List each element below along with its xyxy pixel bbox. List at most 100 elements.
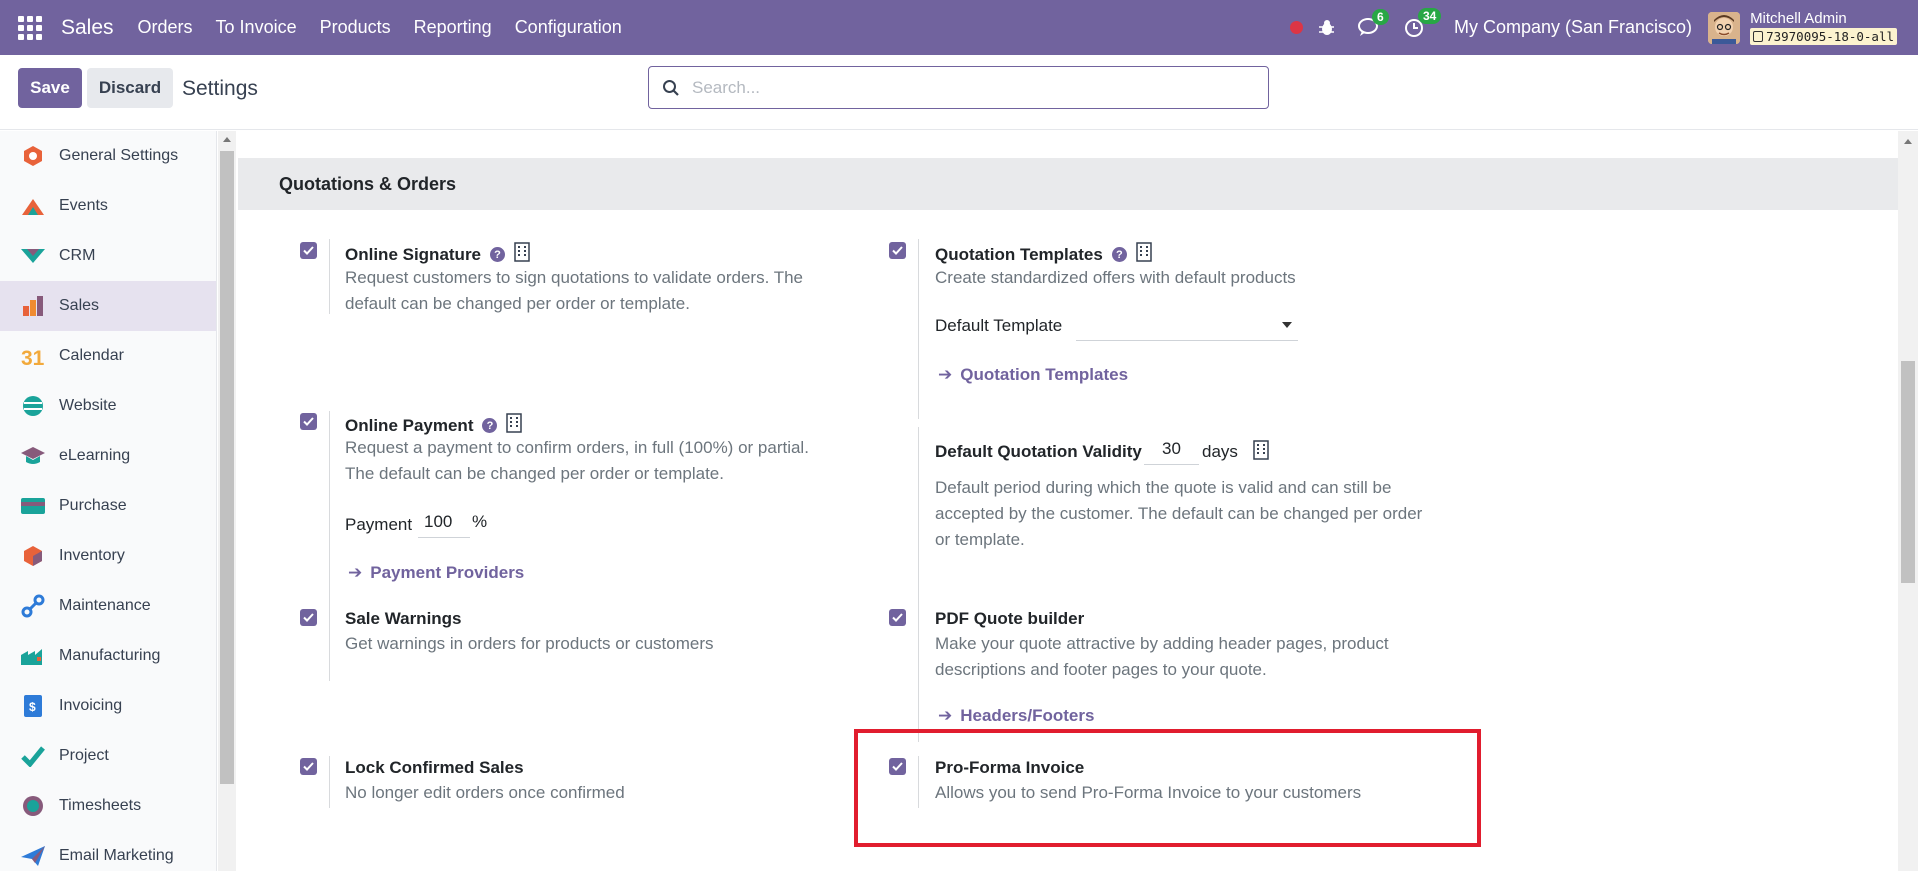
user-name: Mitchell Admin	[1750, 9, 1847, 27]
purchase-icon	[20, 493, 46, 519]
top-navbar: Sales Orders To Invoice Products Reporti…	[0, 0, 1918, 55]
sidebar-scrollbar[interactable]	[218, 131, 236, 871]
sidebar-item-invoicing[interactable]: $ Invoicing	[0, 681, 216, 731]
crm-icon	[20, 243, 46, 269]
settings-sidebar: General Settings Events CRM Sales 31 Calendar…	[0, 131, 217, 871]
settings-search[interactable]	[648, 66, 1269, 109]
sidebar-item-email-marketing[interactable]: Email Marketing	[0, 831, 216, 871]
sidebar-item-maintenance[interactable]: Maintenance	[0, 581, 216, 631]
quotation-validity-unit: days	[1202, 442, 1238, 461]
arrow-right-icon: ➔	[938, 365, 953, 384]
arrow-right-icon: ➔	[348, 563, 363, 582]
sidebar-item-events[interactable]: Events	[0, 181, 216, 231]
default-template-select[interactable]	[1076, 311, 1298, 341]
payment-label: Payment	[345, 515, 413, 534]
sidebar-item-elearning[interactable]: eLearning	[0, 431, 216, 481]
sidebar-item-label: Calendar	[59, 347, 124, 364]
svg-text:31: 31	[21, 347, 45, 368]
sidebar-item-manufacturing[interactable]: Manufacturing	[0, 631, 216, 681]
payment-percent-input[interactable]: 100	[418, 512, 470, 538]
svg-text:$: $	[29, 700, 36, 714]
save-button[interactable]: Save	[18, 68, 82, 108]
inventory-icon	[20, 543, 46, 569]
debug-bug-icon[interactable]	[1318, 19, 1336, 37]
lock-confirmed-sales-desc: No longer edit orders once confirmed	[345, 783, 625, 802]
discard-button[interactable]: Discard	[87, 68, 173, 108]
headers-footers-link[interactable]: ➔ Headers/Footers	[938, 706, 1094, 726]
content-scrollbar[interactable]	[1898, 131, 1918, 871]
sidebar-item-inventory[interactable]: Inventory	[0, 531, 216, 581]
navbar-systray: 6 34 My Company (San Francisco) Mitchell…	[1289, 0, 1918, 55]
sale-warnings-desc: Get warnings in orders for products or c…	[345, 634, 714, 653]
project-icon	[20, 743, 46, 769]
sidebar-item-sales[interactable]: Sales	[0, 281, 216, 331]
quotation-validity-title: Default Quotation Validity	[935, 442, 1142, 461]
sidebar-item-label: Timesheets	[59, 797, 142, 814]
quotation-validity-desc: Default period during which the quote is…	[935, 478, 1423, 549]
quotation-templates-title: Quotation Templates ?	[935, 242, 1152, 267]
company-switcher[interactable]: My Company (San Francisco)	[1454, 17, 1692, 38]
app-brand[interactable]: Sales	[61, 16, 114, 40]
activities-badge: 34	[1417, 7, 1442, 24]
sidebar-item-label: Project	[59, 747, 109, 764]
sidebar-item-purchase[interactable]: Purchase	[0, 481, 216, 531]
events-icon	[20, 193, 46, 219]
page-title: Settings	[182, 77, 258, 100]
database-tag: 73970095-18-0-all	[1750, 27, 1897, 45]
online-payment-desc: Request a payment to confirm orders, in …	[345, 438, 809, 483]
database-icon	[1753, 30, 1764, 42]
pdf-quote-builder-desc: Make your quote attractive by adding hea…	[935, 634, 1389, 679]
user-avatar[interactable]	[1708, 11, 1741, 44]
sidebar-item-label: CRM	[59, 247, 96, 264]
help-icon[interactable]: ?	[482, 418, 498, 433]
quotation-templates-link[interactable]: ➔ Quotation Templates	[938, 365, 1128, 385]
quotation-templates-checkbox[interactable]	[889, 242, 906, 259]
lock-confirmed-sales-checkbox[interactable]	[300, 758, 317, 775]
quotation-validity-input[interactable]: 30	[1144, 439, 1199, 465]
sidebar-item-label: Purchase	[59, 497, 127, 514]
manufacturing-icon	[20, 643, 46, 669]
sidebar-item-label: eLearning	[59, 447, 131, 464]
help-icon[interactable]: ?	[490, 247, 506, 262]
payment-providers-link[interactable]: ➔ Payment Providers	[348, 563, 524, 583]
sidebar-item-timesheets[interactable]: Timesheets	[0, 781, 216, 831]
sales-icon	[20, 293, 46, 319]
recording-indicator-icon[interactable]	[1289, 21, 1303, 34]
menu-orders[interactable]: Orders	[138, 17, 193, 38]
highlight-box	[854, 729, 1481, 847]
menu-configuration[interactable]: Configuration	[515, 17, 622, 38]
default-template-label: Default Template	[935, 316, 1063, 335]
sidebar-item-label: Email Marketing	[59, 847, 174, 864]
invoicing-icon: $	[20, 693, 46, 719]
sale-warnings-checkbox[interactable]	[300, 609, 317, 626]
user-menu[interactable]: Mitchell Admin 73970095-18-0-all	[1750, 9, 1897, 45]
messages-badge: 6	[1371, 8, 1389, 25]
sidebar-item-label: Invoicing	[59, 697, 123, 714]
pdf-quote-builder-checkbox[interactable]	[889, 609, 906, 626]
sidebar-item-label: Website	[59, 397, 117, 414]
search-input[interactable]	[692, 77, 1252, 98]
sidebar-item-crm[interactable]: CRM	[0, 231, 216, 281]
sidebar-item-project[interactable]: Project	[0, 731, 216, 781]
menu-reporting[interactable]: Reporting	[414, 17, 492, 38]
activities-clock-icon[interactable]: 34	[1404, 7, 1442, 39]
sidebar-item-calendar[interactable]: 31 Calendar	[0, 331, 216, 381]
online-signature-checkbox[interactable]	[300, 242, 317, 259]
maintenance-icon	[20, 593, 46, 619]
sidebar-item-website[interactable]: Website	[0, 381, 216, 431]
website-icon	[20, 393, 46, 419]
online-payment-checkbox[interactable]	[300, 413, 317, 430]
menu-to-invoice[interactable]: To Invoice	[216, 17, 297, 38]
sidebar-item-label: Manufacturing	[59, 647, 161, 664]
sidebar-item-label: General Settings	[59, 147, 179, 164]
general-settings-icon	[20, 143, 46, 169]
help-icon[interactable]: ?	[1111, 247, 1127, 262]
company-building-icon	[514, 242, 530, 267]
company-building-icon	[1253, 440, 1269, 465]
menu-products[interactable]: Products	[320, 17, 391, 38]
arrow-right-icon: ➔	[938, 706, 953, 725]
sidebar-item-general-settings[interactable]: General Settings	[0, 131, 216, 181]
messages-icon[interactable]: 6	[1357, 8, 1389, 38]
app-grid-icon[interactable]	[18, 15, 42, 40]
timesheets-icon	[20, 793, 46, 819]
